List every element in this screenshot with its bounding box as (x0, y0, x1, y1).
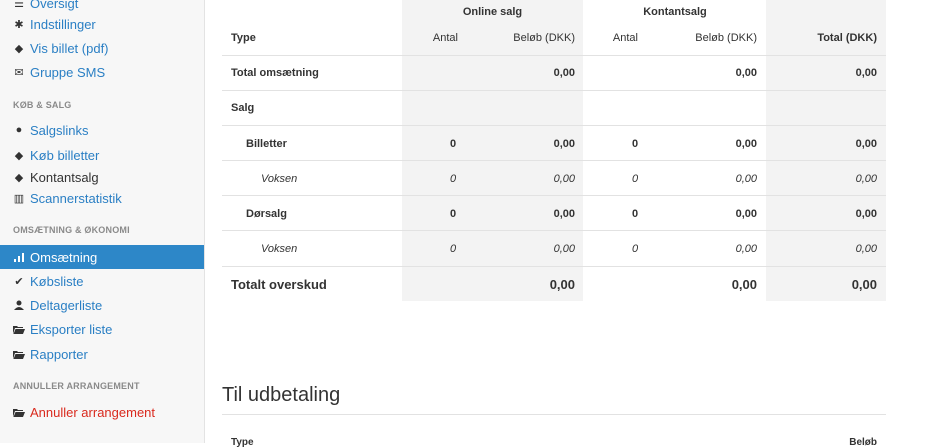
sidebar: ☰ Oversigt ✱ Indstillinger ◆ Vis billet … (0, 0, 205, 443)
cell-online-belob: 0,00 (553, 173, 575, 185)
sidebar-item-label: Købsliste (30, 273, 84, 289)
section-title-til-udbetaling: Til udbetaling (222, 384, 341, 406)
column-group-online: Online salg (462, 6, 523, 18)
cell-kontant-belob: 0,00 (735, 67, 757, 79)
sidebar-item-oversigt[interactable]: ☰ Oversigt (0, 0, 204, 14)
row-label: Totalt overskud (231, 277, 327, 292)
sidebar-item-indstillinger[interactable]: ✱ Indstillinger (0, 13, 204, 35)
section-header-annuller: ANNULLER ARRANGEMENT (13, 381, 140, 391)
check-icon: ✔ (14, 275, 24, 288)
cell-kontant-antal: 0 (632, 173, 639, 185)
cell-kontant-belob: 0,00 (735, 173, 757, 185)
list-icon: ☰ (14, 0, 24, 10)
folder-open-icon (13, 325, 25, 334)
sidebar-item-kobsliste[interactable]: ✔ Købsliste (0, 270, 204, 292)
cell-kontant-antal: 0 (632, 208, 639, 220)
sidebar-item-label: Gruppe SMS (30, 64, 106, 80)
cell-kontant-belob: 0,00 (735, 208, 757, 220)
barcode-icon: ▥ (13, 192, 25, 205)
sidebar-item-label: Rapporter (30, 346, 88, 362)
signal-icon (13, 252, 25, 262)
row-label: Total omsætning (231, 67, 319, 79)
row-divider (222, 230, 886, 231)
cell-kontant-belob: 0,00 (731, 277, 757, 292)
sidebar-item-label: Deltagerliste (30, 297, 103, 313)
cell-total: 0,00 (855, 138, 877, 150)
section-header-kob-salg: KØB & SALG (13, 100, 72, 110)
sidebar-item-annuller-arrangement[interactable]: Annuller arrangement (0, 401, 204, 423)
row-divider (222, 266, 886, 267)
sidebar-item-label: Oversigt (30, 0, 79, 11)
cell-online-belob: 0,00 (553, 208, 575, 220)
tag-icon: ◆ (14, 42, 24, 55)
sidebar-item-gruppe-sms[interactable]: ✉ Gruppe SMS (0, 61, 204, 83)
sidebar-item-deltagerliste[interactable]: Deltagerliste (0, 294, 204, 316)
row-divider (222, 90, 886, 91)
sidebar-item-label: Indstillinger (30, 16, 96, 32)
row-divider (222, 195, 886, 196)
sidebar-item-vis-billet[interactable]: ◆ Vis billet (pdf) (0, 37, 204, 59)
column-header-kontant-belob: Beløb (DKK) (695, 32, 757, 44)
cell-kontant-belob: 0,00 (735, 243, 757, 255)
tag-icon: ◆ (14, 149, 24, 162)
sidebar-item-eksporter-liste[interactable]: Eksporter liste (0, 318, 204, 340)
cell-online-belob: 0,00 (553, 243, 575, 255)
sidebar-item-scannerstatistik[interactable]: ▥ Scannerstatistik (0, 187, 204, 209)
gear-icon: ✱ (14, 18, 24, 31)
column-header-type: Type (231, 32, 256, 44)
folder-open-icon (13, 408, 25, 417)
cell-kontant-antal: 0 (632, 138, 639, 150)
column-header-online-belob: Beløb (DKK) (513, 32, 575, 44)
column-group-kontant: Kontantsalg (643, 6, 707, 18)
user-icon (13, 300, 25, 310)
row-divider (222, 160, 886, 161)
globe-icon: ● (15, 124, 23, 136)
row-label: Voksen (261, 243, 298, 255)
envelope-icon: ✉ (14, 66, 24, 79)
cell-online-antal: 0 (450, 208, 457, 220)
cell-kontant-antal: 0 (632, 243, 639, 255)
row-label: Dørsalg (246, 208, 287, 220)
cell-total: 0,00 (855, 208, 877, 220)
sidebar-item-label: Eksporter liste (30, 321, 113, 337)
sidebar-item-label: Annuller arrangement (30, 404, 156, 420)
cell-online-belob: 0,00 (553, 67, 575, 79)
cell-online-antal: 0 (450, 243, 457, 255)
section-header-omsaetning: OMSÆTNING & ØKONOMI (13, 225, 130, 235)
cell-total: 0,00 (855, 243, 877, 255)
cell-online-antal: 0 (450, 173, 457, 185)
sidebar-item-label: Omsætning (30, 249, 98, 265)
column-header-kontant-antal: Antal (612, 32, 638, 44)
sidebar-item-label: Vis billet (pdf) (30, 40, 109, 56)
folder-open-icon (13, 350, 25, 359)
section-divider (222, 414, 886, 415)
cell-online-belob: 0,00 (553, 138, 575, 150)
cell-online-belob: 0,00 (549, 277, 575, 292)
row-label: Salg (231, 102, 255, 114)
cell-total: 0,00 (851, 277, 877, 292)
online-column-shade (402, 0, 583, 301)
tags-icon: ◆ (14, 171, 24, 184)
sidebar-item-label: Køb billetter (30, 147, 100, 163)
cell-kontant-belob: 0,00 (735, 138, 757, 150)
row-label: Voksen (261, 173, 298, 185)
sidebar-item-label: Salgslinks (30, 122, 89, 138)
column-header-online-antal: Antal (432, 32, 458, 44)
sidebar-item-label: Scannerstatistik (30, 190, 122, 206)
sidebar-item-rapporter[interactable]: Rapporter (0, 343, 204, 365)
cell-total: 0,00 (855, 67, 877, 79)
cell-total: 0,00 (855, 173, 877, 185)
sidebar-item-kob-billetter[interactable]: ◆ Køb billetter (0, 144, 204, 166)
sidebar-item-omsaetning[interactable]: Omsætning (0, 245, 204, 269)
cell-online-antal: 0 (450, 138, 457, 150)
row-label: Billetter (246, 138, 287, 150)
total-column-shade (766, 0, 886, 301)
row-divider (222, 125, 886, 126)
sidebar-item-label: Kontantsalg (30, 169, 99, 185)
sidebar-item-kontantsalg[interactable]: ◆ Kontantsalg (0, 166, 204, 188)
row-divider (222, 55, 886, 56)
sidebar-item-salgslinks[interactable]: ● Salgslinks (0, 119, 204, 141)
column-header-total: Total (DKK) (817, 32, 877, 44)
